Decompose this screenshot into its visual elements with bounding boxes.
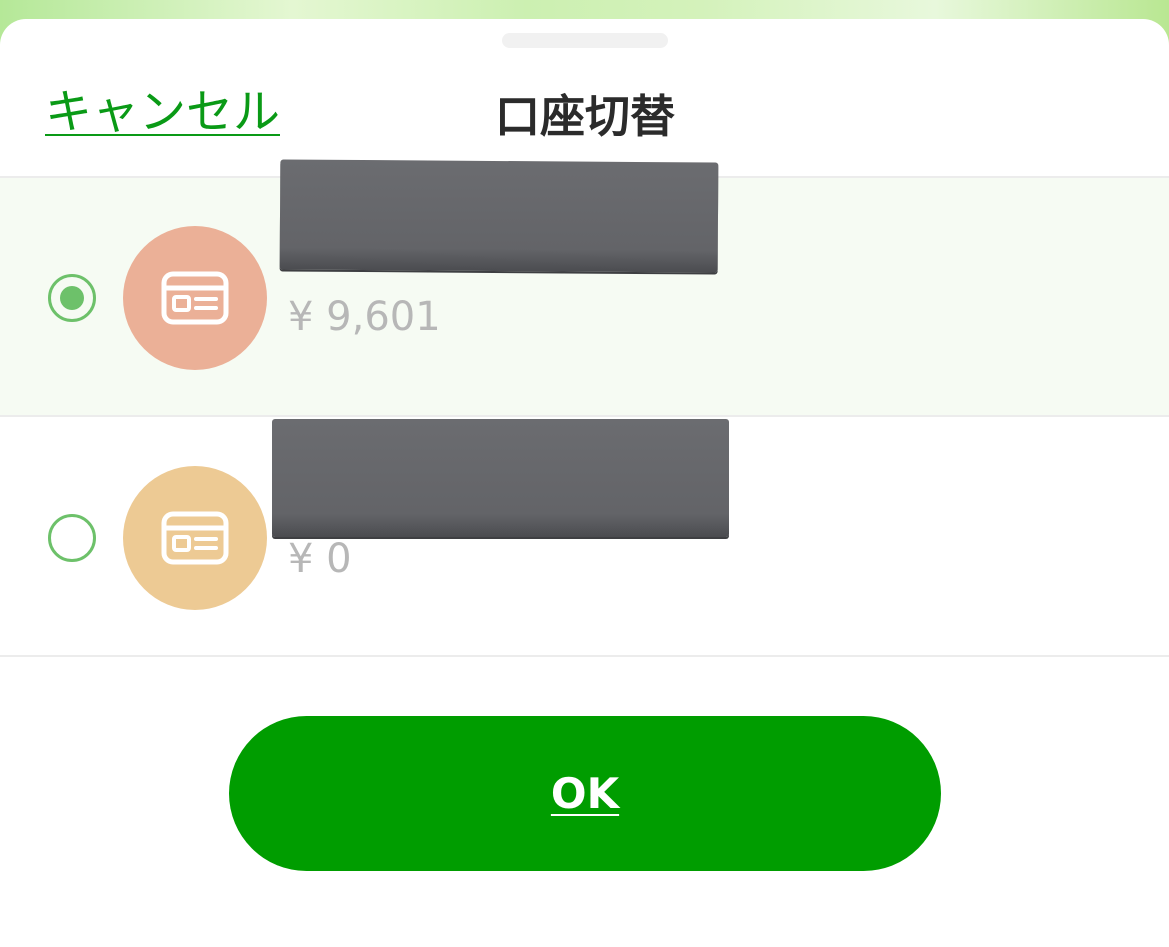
account-row-2[interactable]: ¥ 0: [0, 417, 1169, 655]
account-row-1[interactable]: ¥ 9,601: [0, 159, 1169, 416]
account-balance: ¥ 0: [288, 536, 352, 582]
ok-button[interactable]: OK: [229, 716, 941, 871]
account-name-redacted: [279, 159, 719, 273]
radio-button-unselected[interactable]: [48, 514, 96, 562]
radio-button-selected[interactable]: [48, 274, 96, 322]
card-icon: [161, 271, 229, 325]
account-icon-circle: [123, 226, 267, 370]
sheet-header: キャンセル 口座切替: [0, 59, 1169, 177]
cancel-button[interactable]: キャンセル: [45, 85, 280, 141]
sheet-grabber[interactable]: [502, 33, 668, 48]
divider: [0, 655, 1169, 657]
sheet-title: 口座切替: [494, 90, 675, 143]
account-name-redacted: [272, 419, 729, 537]
account-balance: ¥ 9,601: [288, 294, 441, 340]
account-switch-sheet: キャンセル 口座切替 ¥ 9,601 ¥ 0 OK: [0, 19, 1169, 947]
card-icon: [161, 511, 229, 565]
account-icon-circle: [123, 466, 267, 610]
radio-dot: [60, 286, 84, 310]
